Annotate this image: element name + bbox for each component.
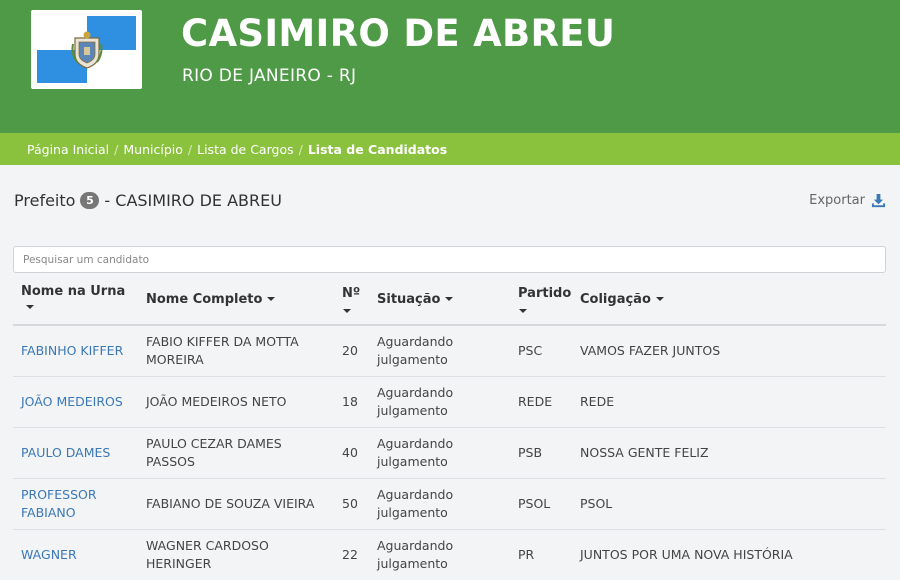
page-title-prefix: Prefeito <box>14 191 76 210</box>
page-title-suffix: - CASIMIRO DE ABREU <box>104 191 282 210</box>
table-header-row: Nome na Urna Nome Completo Nº Situação P… <box>13 274 886 326</box>
breadcrumb: Página Inicial / Município / Lista de Ca… <box>0 133 900 165</box>
cell-partido: REDE <box>510 376 572 428</box>
search-input[interactable] <box>13 246 886 273</box>
cell-nome-completo: PAULO CEZAR DAMES PASSOS <box>138 427 334 479</box>
sort-caret-icon <box>267 297 276 301</box>
sort-caret-icon <box>519 308 527 313</box>
column-header-coligacao[interactable]: Coligação <box>572 274 886 326</box>
column-header-partido[interactable]: Partido <box>510 274 572 326</box>
cell-nome-urna[interactable]: PROFESSOR FABIANO <box>13 478 138 530</box>
cell-situacao: Aguardando julgamento <box>369 427 510 479</box>
column-header-nome-completo[interactable]: Nome Completo <box>138 274 334 326</box>
candidate-link[interactable]: PAULO DAMES <box>21 445 110 460</box>
cell-nome-completo: FABIO KIFFER DA MOTTA MOREIRA <box>138 325 334 377</box>
table-row: PROFESSOR FABIANO FABIANO DE SOUZA VIEIR… <box>13 478 886 530</box>
export-button[interactable]: Exportar <box>809 193 886 208</box>
cell-nome-completo: WAGNER CARDOSO HERINGER <box>138 529 334 580</box>
municipal-flag-icon <box>31 10 142 89</box>
cell-coligacao: NOSSA GENTE FELIZ <box>572 427 886 479</box>
candidate-link[interactable]: PROFESSOR FABIANO <box>21 487 97 520</box>
cell-partido: PSOL <box>510 478 572 530</box>
table-row: JOÃO MEDEIROS JOÃO MEDEIROS NETO 18 Agua… <box>13 376 886 428</box>
cell-numero: 40 <box>334 427 369 479</box>
download-icon <box>871 193 886 208</box>
cell-nome-completo: FABIANO DE SOUZA VIEIRA <box>138 478 334 530</box>
cell-coligacao: PSOL <box>572 478 886 530</box>
candidate-count-badge: 5 <box>80 192 100 209</box>
cell-partido: PSC <box>510 325 572 377</box>
sort-caret-icon <box>26 304 34 309</box>
column-header-numero[interactable]: Nº <box>334 274 369 326</box>
breadcrumb-separator: / <box>114 141 119 157</box>
city-title: CASIMIRO DE ABREU <box>181 12 616 55</box>
sort-caret-icon <box>343 308 351 313</box>
cell-partido: PR <box>510 529 572 580</box>
cell-numero: 18 <box>334 376 369 428</box>
cell-partido: PSB <box>510 427 572 479</box>
cell-nome-urna[interactable]: WAGNER <box>13 529 138 580</box>
cell-numero: 20 <box>334 325 369 377</box>
breadcrumb-municipio[interactable]: Município <box>123 142 183 157</box>
cell-nome-urna[interactable]: PAULO DAMES <box>13 427 138 479</box>
breadcrumb-home[interactable]: Página Inicial <box>27 142 109 157</box>
table-row: WAGNER WAGNER CARDOSO HERINGER 22 Aguard… <box>13 529 886 580</box>
cell-situacao: Aguardando julgamento <box>369 325 510 377</box>
cell-coligacao: JUNTOS POR UMA NOVA HISTÓRIA <box>572 529 886 580</box>
cell-situacao: Aguardando julgamento <box>369 376 510 428</box>
export-label: Exportar <box>809 193 865 208</box>
breadcrumb-current: Lista de Candidatos <box>307 141 448 157</box>
site-header: CASIMIRO DE ABREU RIO DE JANEIRO - RJ <box>0 0 900 133</box>
cell-nome-urna[interactable]: FABINHO KIFFER <box>13 325 138 377</box>
sort-caret-icon <box>445 297 454 301</box>
candidate-link[interactable]: JOÃO MEDEIROS <box>21 394 123 409</box>
column-header-nome-urna[interactable]: Nome na Urna <box>13 274 138 326</box>
table-row: FABINHO KIFFER FABIO KIFFER DA MOTTA MOR… <box>13 325 886 377</box>
sort-caret-icon <box>655 297 664 301</box>
breadcrumb-separator: / <box>187 141 193 157</box>
cell-situacao: Aguardando julgamento <box>369 529 510 580</box>
candidate-link[interactable]: WAGNER <box>21 547 77 562</box>
coat-of-arms-icon <box>71 31 103 69</box>
cell-numero: 22 <box>334 529 369 580</box>
cell-nome-completo: JOÃO MEDEIROS NETO <box>138 376 334 428</box>
cell-coligacao: REDE <box>572 376 886 428</box>
cell-coligacao: VAMOS FAZER JUNTOS <box>572 325 886 377</box>
column-header-situacao[interactable]: Situação <box>369 274 510 326</box>
state-subtitle: RIO DE JANEIRO - RJ <box>182 66 357 86</box>
table-row: PAULO DAMES PAULO CEZAR DAMES PASSOS 40 … <box>13 427 886 479</box>
breadcrumb-separator: / <box>298 141 303 157</box>
cell-situacao: Aguardando julgamento <box>369 478 510 530</box>
cell-nome-urna[interactable]: JOÃO MEDEIROS <box>13 376 138 428</box>
candidates-table: Nome na Urna Nome Completo Nº Situação P… <box>13 274 886 580</box>
breadcrumb-lista-cargos[interactable]: Lista de Cargos <box>197 142 293 157</box>
candidate-link[interactable]: FABINHO KIFFER <box>21 343 123 358</box>
cell-numero: 50 <box>334 478 369 530</box>
page-title: Prefeito 5 - CASIMIRO DE ABREU <box>14 191 282 210</box>
